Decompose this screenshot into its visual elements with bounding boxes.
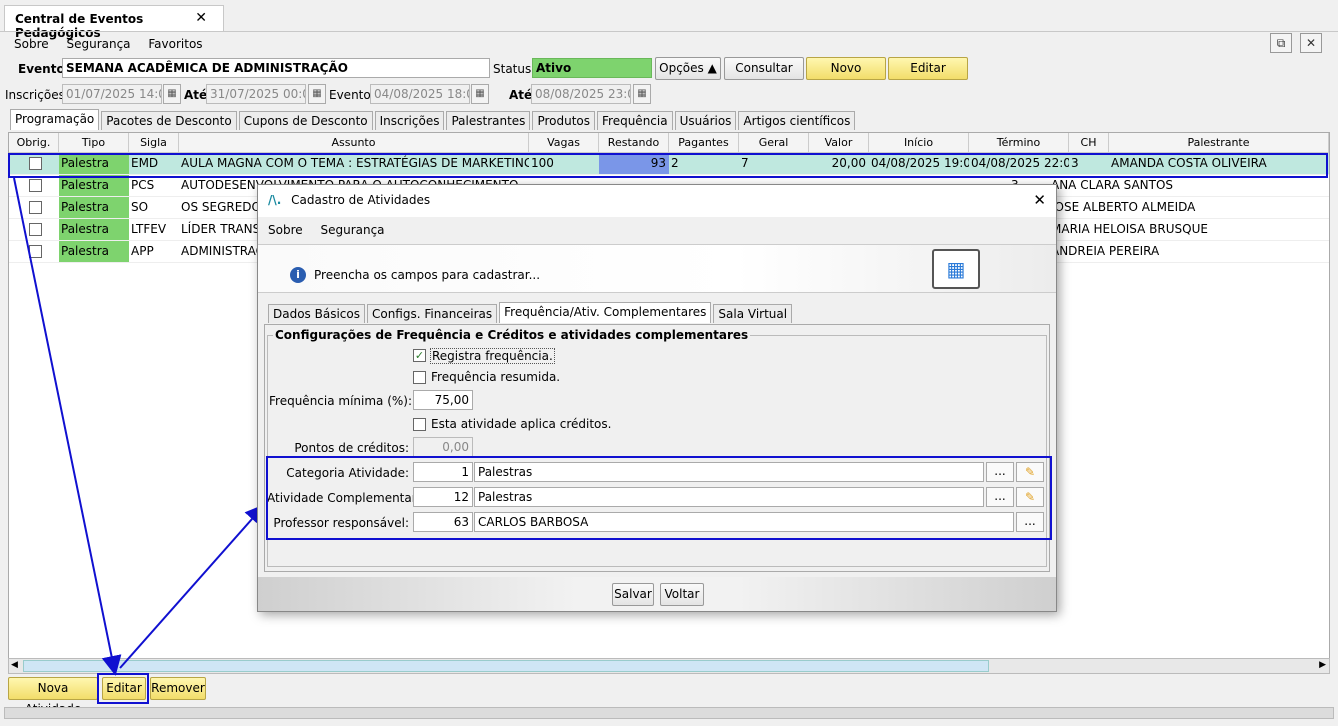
- resumida-checkbox[interactable]: [413, 371, 426, 384]
- save-button[interactable]: Salvar: [612, 583, 654, 606]
- registra-checkbox[interactable]: ✓: [413, 349, 426, 362]
- app-logo-icon: /\.: [268, 193, 282, 207]
- tab-dados-basicos[interactable]: Dados Básicos: [268, 304, 365, 323]
- tab-configs-financeiras[interactable]: Configs. Financeiras: [366, 304, 498, 323]
- dialog-menu-seguranca[interactable]: Segurança: [320, 223, 384, 237]
- back-button[interactable]: Voltar: [660, 583, 704, 606]
- dialog-tabs: Dados Básicos Configs. Financeiras Frequ…: [268, 302, 793, 323]
- close-dialog-icon[interactable]: ✕: [1033, 191, 1046, 209]
- pontos-field[interactable]: 0,00: [413, 437, 473, 457]
- registra-label: Registra frequência.: [430, 348, 555, 364]
- info-text: Preencha os campos para cadastrar...: [314, 268, 541, 282]
- dialog-titlebar: /\. Cadastro de Atividades ✕: [258, 185, 1056, 217]
- dialog-footer: Salvar Voltar: [258, 577, 1056, 611]
- freq-min-label: Frequência mínima (%):: [269, 394, 413, 408]
- info-icon: i: [290, 267, 306, 283]
- creditos-checkbox[interactable]: [413, 418, 426, 431]
- cadastro-dialog: /\. Cadastro de Atividades ✕ Sobre Segur…: [257, 184, 1057, 612]
- calendar-check-icon: ▦: [932, 249, 980, 289]
- dialog-menu-sobre[interactable]: Sobre: [268, 223, 303, 237]
- freq-min-field[interactable]: 75,00: [413, 390, 473, 410]
- dialog-info-bar: i Preencha os campos para cadastrar... ▦: [258, 245, 1056, 293]
- resumida-label: Frequência resumida.: [431, 370, 561, 384]
- group-title: Configurações de Frequência e Créditos e…: [273, 328, 751, 342]
- tab-frequencia-ativ[interactable]: Frequência/Ativ. Complementares: [499, 302, 712, 323]
- highlight-fields: [266, 456, 1052, 540]
- creditos-label: Esta atividade aplica créditos.: [431, 417, 612, 431]
- dialog-title: Cadastro de Atividades: [291, 193, 431, 207]
- tab-sala-virtual[interactable]: Sala Virtual: [713, 304, 793, 323]
- tab-panel: Configurações de Frequência e Créditos e…: [264, 324, 1052, 572]
- dialog-menu: Sobre Segurança: [258, 217, 1056, 245]
- pontos-label: Pontos de créditos:: [294, 441, 409, 455]
